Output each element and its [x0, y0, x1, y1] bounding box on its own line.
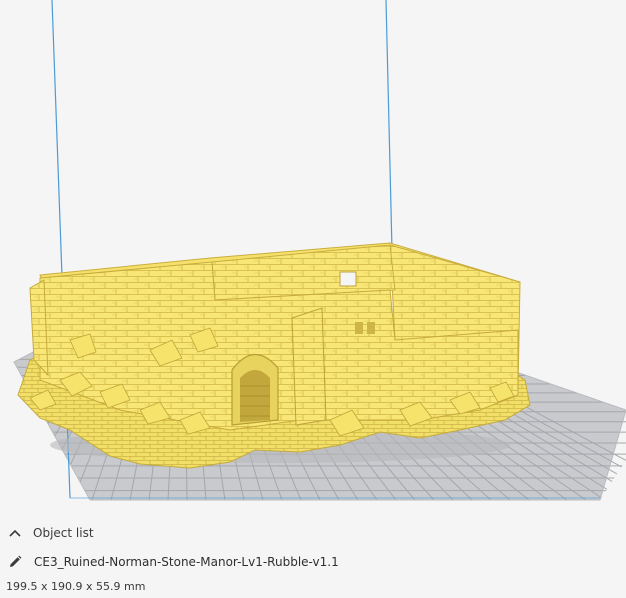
object-name-row[interactable]: CE3_Ruined-Norman-Stone-Manor-Lv1-Rubble…: [0, 550, 626, 574]
object-dimensions-row: 199.5 x 190.9 x 55.9 mm: [0, 576, 626, 596]
object-list-header[interactable]: Object list: [0, 522, 626, 544]
3d-viewport[interactable]: [0, 0, 626, 518]
scene-canvas[interactable]: [0, 0, 626, 518]
buttress: [291, 307, 327, 426]
object-list-label[interactable]: Object list: [33, 526, 94, 540]
wall-window: [339, 271, 357, 287]
object-dimensions: 199.5 x 190.9 x 55.9 mm: [6, 579, 146, 593]
front-window-right: [367, 322, 375, 334]
object-name-field[interactable]: CE3_Ruined-Norman-Stone-Manor-Lv1-Rubble…: [34, 555, 339, 569]
pencil-icon[interactable]: [7, 554, 23, 570]
chevron-up-icon[interactable]: [8, 526, 22, 540]
ruined-manor-model[interactable]: [17, 242, 531, 469]
object-panel: Object list CE3_Ruined-Norman-Stone-Mano…: [0, 518, 626, 598]
front-window-left: [355, 322, 363, 334]
